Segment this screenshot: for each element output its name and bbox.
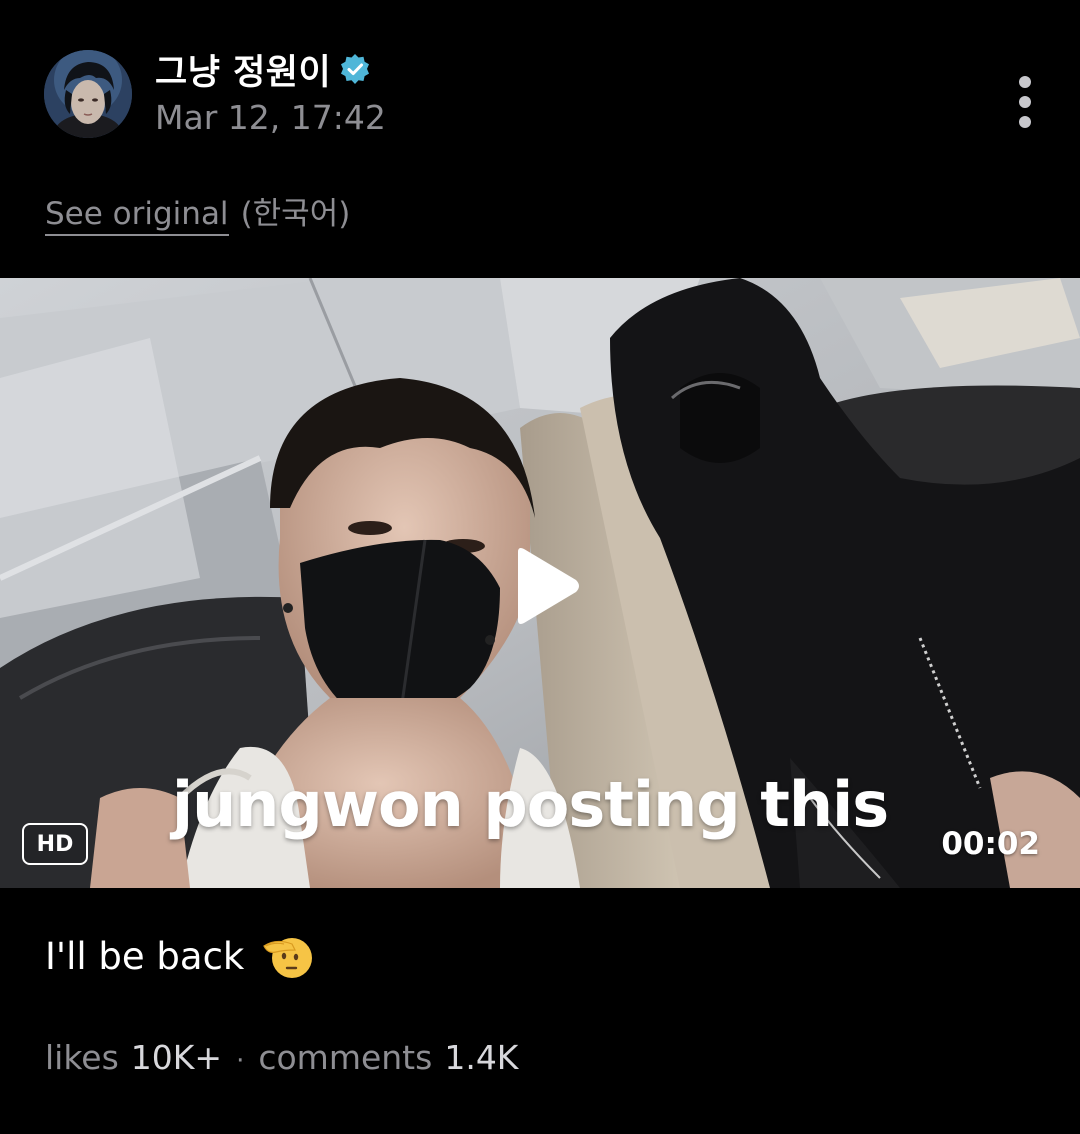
author-name[interactable]: 그냥 정원이 (155, 44, 331, 95)
post-timestamp: Mar 12, 17:42 (155, 98, 386, 137)
post-header: 그냥 정원이 Mar 12, 17:42 (0, 0, 1080, 170)
more-dot (1019, 96, 1031, 108)
comments-label[interactable]: comments (258, 1038, 432, 1077)
more-dot (1019, 116, 1031, 128)
verified-badge-icon (339, 53, 371, 85)
translation-row: See original (한국어) (45, 188, 350, 236)
saluting-face-icon (262, 930, 314, 982)
post-caption: I'll be back (45, 930, 314, 982)
likes-label[interactable]: likes (45, 1038, 119, 1077)
more-dot (1019, 76, 1031, 88)
post-stats: likes 10K+ · comments 1.4K (45, 1038, 518, 1077)
author-row[interactable]: 그냥 정원이 (155, 44, 371, 94)
more-vertical-icon[interactable] (1005, 70, 1045, 134)
play-icon[interactable] (510, 546, 582, 626)
likes-count[interactable]: 10K+ (131, 1038, 222, 1077)
video-overlay-text: jungwon posting this (171, 768, 889, 841)
video-player[interactable]: jungwon posting this HD 00:02 (0, 278, 1080, 888)
see-original-link[interactable]: See original (45, 196, 229, 236)
caption-text: I'll be back (45, 934, 245, 978)
video-duration: 00:02 (941, 826, 1040, 862)
hd-quality-button[interactable]: HD (22, 823, 88, 865)
comments-count[interactable]: 1.4K (444, 1038, 518, 1077)
original-language-label: (한국어) (240, 196, 351, 232)
stats-separator: · (236, 1046, 245, 1076)
avatar[interactable] (44, 50, 132, 138)
